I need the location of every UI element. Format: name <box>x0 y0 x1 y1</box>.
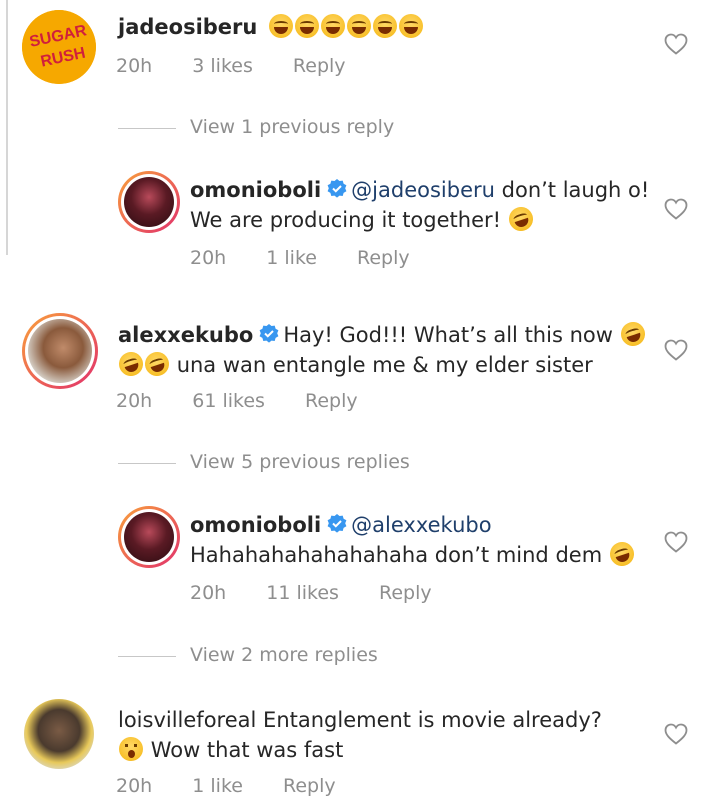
rofl-emoji-icon <box>141 348 173 380</box>
comment-loisvilleforeal: loisvilleforeal Entanglement is movie al… <box>0 695 720 800</box>
comment-text: Hahahahahahahahaha don’t mind dem <box>190 543 603 567</box>
timestamp: 20h <box>190 247 227 269</box>
rofl-emoji-icon <box>606 538 637 570</box>
username[interactable]: omonioboli <box>190 178 321 202</box>
reply-button[interactable]: Reply <box>379 582 432 604</box>
reply-button[interactable]: Reply <box>305 390 358 412</box>
comment-text-line2: Wow that was fast <box>150 738 344 762</box>
reply-button[interactable]: Reply <box>283 775 336 797</box>
comment-body: jadeosiberu <box>118 12 638 42</box>
comment-meta: 20h 1 like Reply <box>190 247 444 269</box>
rofl-emoji-icon <box>617 318 648 350</box>
reply-button[interactable]: Reply <box>293 55 346 77</box>
avatar[interactable]: SUGAR RUSH <box>22 10 96 84</box>
timestamp: 20h <box>190 582 227 604</box>
timestamp: 20h <box>116 390 153 412</box>
comment-text: don’t laugh o! <box>501 178 650 202</box>
comment-body: omonioboli @alexxekubo Hahahahahahahahaha… <box>190 510 660 570</box>
comment-meta: 20h 11 likes Reply <box>190 582 466 604</box>
heart-outline-icon[interactable] <box>664 723 688 745</box>
timestamp: 20h <box>116 775 153 797</box>
avatar[interactable] <box>118 506 180 568</box>
reply-omonioboli: omonioboli @jadeosiberu don’t laugh o! We… <box>0 165 720 280</box>
likes-count[interactable]: 11 likes <box>266 582 339 604</box>
comment-body: alexxekubo Hay! God!!! What’s all this no… <box>115 318 658 380</box>
likes-count[interactable]: 61 likes <box>192 390 265 412</box>
avatar[interactable] <box>22 313 98 389</box>
reply-omonioboli: omonioboli @alexxekubo Hahahahahahahahaha… <box>0 500 720 615</box>
view-replies-label[interactable]: View 5 previous replies <box>190 451 410 473</box>
timestamp: 20h <box>116 55 153 77</box>
view-previous-replies[interactable]: View 5 previous replies <box>0 451 720 475</box>
comment-alexxekubo: alexxekubo Hay! God!!! What’s all this no… <box>0 308 720 428</box>
avatar[interactable] <box>118 171 180 233</box>
mention-link[interactable]: @alexxekubo <box>351 513 491 537</box>
username[interactable]: jadeosiberu <box>118 15 257 39</box>
comment-meta: 20h 61 likes Reply <box>116 390 392 412</box>
comment-meta: 20h 3 likes Reply <box>116 55 380 77</box>
rofl-emoji-icon <box>115 348 147 380</box>
comment-body: loisvilleforeal Entanglement is movie al… <box>118 705 658 765</box>
verified-badge-icon <box>327 514 347 533</box>
rofl-emoji-icon <box>505 203 536 235</box>
likes-count[interactable]: 1 like <box>192 775 243 797</box>
heart-outline-icon[interactable] <box>664 33 688 55</box>
avatar[interactable] <box>24 699 94 769</box>
comment-text-line2: We are producing it together! <box>190 208 502 232</box>
laughing-emoji-icon <box>268 14 424 39</box>
verified-badge-icon <box>259 324 279 343</box>
astonished-emoji-icon <box>119 737 143 761</box>
username[interactable]: omonioboli <box>190 513 321 537</box>
mention-link[interactable]: @jadeosiberu <box>351 178 495 202</box>
comment-jadeosiberu: SUGAR RUSH jadeosiberu 20h 3 likes Reply <box>0 0 720 100</box>
sugar-rush-logo-icon: SUGAR RUSH <box>22 10 96 84</box>
reply-button[interactable]: Reply <box>357 247 410 269</box>
verified-badge-icon <box>327 179 347 198</box>
view-more-replies[interactable]: View 2 more replies <box>0 644 720 668</box>
heart-outline-icon[interactable] <box>664 339 688 361</box>
likes-count[interactable]: 1 like <box>266 247 317 269</box>
heart-outline-icon[interactable] <box>664 198 688 220</box>
comment-text: Hay! God!!! What’s all this now <box>283 323 613 347</box>
view-replies-label[interactable]: View 1 previous reply <box>190 116 394 138</box>
comment-text: Entanglement is movie already? <box>263 708 602 732</box>
view-replies-label[interactable]: View 2 more replies <box>190 644 378 666</box>
likes-count[interactable]: 3 likes <box>192 55 253 77</box>
comment-body: omonioboli @jadeosiberu don’t laugh o! We… <box>190 175 660 235</box>
username[interactable]: loisvilleforeal <box>118 708 256 732</box>
heart-outline-icon[interactable] <box>664 531 688 553</box>
view-previous-replies[interactable]: View 1 previous reply <box>0 116 720 140</box>
username[interactable]: alexxekubo <box>118 323 253 347</box>
comment-meta: 20h 1 like Reply <box>116 775 370 797</box>
comment-text-line2: una wan entangle me & my elder sister <box>176 353 593 377</box>
